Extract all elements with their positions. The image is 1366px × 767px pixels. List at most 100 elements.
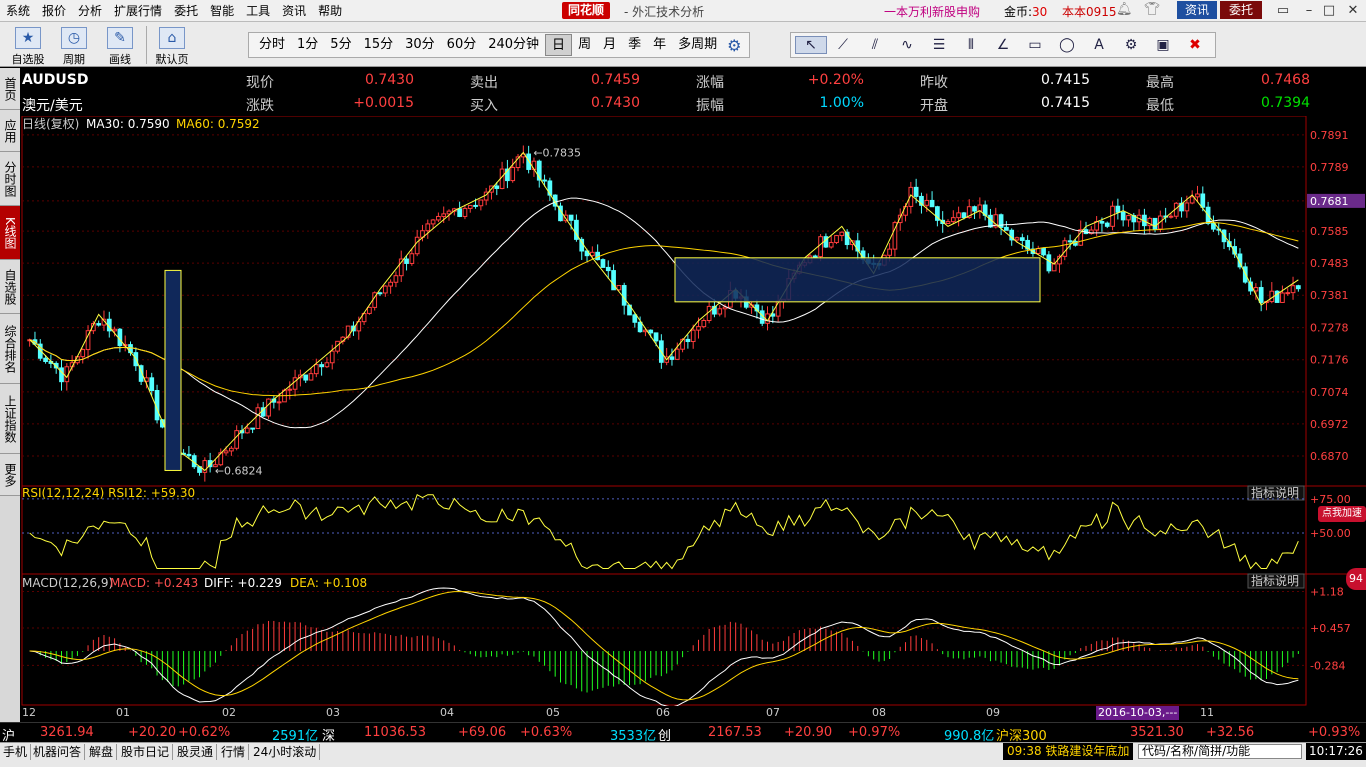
drawing-tools: ↖ ⟋ ⫽ ∿ ☰ ⦀ ∠ ▭ ◯ A ⚙ ▣ ✖ (790, 32, 1216, 58)
period-240m[interactable]: 240分钟 (482, 34, 545, 56)
trade-button[interactable]: 委托 (1220, 1, 1262, 19)
candle-body (441, 213, 447, 217)
drawn-rectangle (164, 269, 182, 471)
tab-mobile[interactable]: 手机 (0, 744, 32, 760)
channel-icon[interactable]: ⫽ (859, 37, 891, 53)
candle-body (1046, 254, 1052, 272)
x-axis-tick: 04 (440, 706, 454, 719)
minimize-icon[interactable]: – (1298, 2, 1320, 19)
maximize-icon[interactable]: □ (1318, 2, 1340, 19)
period-60m[interactable]: 60分 (441, 34, 483, 56)
angle-icon[interactable]: ∠ (987, 37, 1019, 53)
candle-body (329, 350, 335, 364)
nav-timeshare[interactable]: 分时图 (0, 152, 20, 206)
period-day[interactable]: 日 (545, 34, 573, 56)
watchlist-button[interactable]: ★ 自选股 (6, 24, 50, 66)
settings-icon[interactable]: ⚙ (1115, 37, 1147, 53)
menu-trade[interactable]: 委托 (168, 2, 204, 19)
candle-body (632, 314, 638, 323)
candle-body (621, 285, 627, 306)
tab-24h[interactable]: 24小时滚动 (250, 744, 321, 760)
candle-body (292, 377, 298, 390)
candle-body (1019, 237, 1025, 241)
cursor-icon[interactable]: ↖ (795, 36, 827, 54)
parallel-icon[interactable]: ⦀ (955, 37, 987, 53)
chart-area[interactable]: 日线(复权) MA30: 0.7590 MA60: 0.7592 RSI(12,12,… (20, 115, 1366, 708)
nav-shindex[interactable]: 上证指数 (0, 384, 20, 454)
period-5m[interactable]: 5分 (324, 34, 357, 56)
period-timeshare[interactable]: 分时 (253, 34, 291, 56)
nav-ranking[interactable]: 综合排名 (0, 314, 20, 384)
macd-explain-button: 指标说明 (1251, 573, 1299, 588)
menu-extended[interactable]: 扩展行情 (108, 2, 168, 19)
accelerate-badge[interactable]: 点我加速 (1318, 506, 1366, 522)
nav-home[interactable]: 首页 (0, 68, 20, 110)
search-input[interactable]: 代码/名称/简拼/功能 (1138, 744, 1302, 759)
line-icon[interactable]: ⟋ (827, 37, 859, 53)
period-15m[interactable]: 15分 (358, 34, 400, 56)
period-year[interactable]: 年 (647, 34, 672, 56)
quote-label: 开盘 (920, 98, 948, 114)
candle-body (414, 236, 420, 255)
macd-name-label: MACD(12,26,9) (22, 576, 113, 590)
gear-icon[interactable]: ⚙ (723, 36, 745, 55)
app-title: - 外汇技术分析 (624, 5, 705, 19)
candle-body (324, 362, 330, 368)
macd-tick-label: -0.284 (1310, 659, 1345, 672)
news-button[interactable]: 资讯 (1177, 1, 1217, 19)
menu-analysis[interactable]: 分析 (72, 2, 108, 19)
menu-smart[interactable]: 智能 (204, 2, 240, 19)
rect-icon[interactable]: ▭ (1019, 37, 1051, 53)
tab-diary[interactable]: 股市日记 (118, 744, 174, 760)
scrolling-news[interactable]: 09:38 铁路建设年底加 (1003, 743, 1133, 760)
candle-body (1295, 285, 1301, 290)
wave-icon[interactable]: ∿ (891, 37, 923, 53)
tab-robot-qa[interactable]: 机器问答 (30, 744, 86, 760)
period-quarter[interactable]: 季 (622, 34, 647, 56)
text-icon[interactable]: A (1083, 37, 1115, 53)
rsi-tick-label: +75.00 (1310, 493, 1351, 506)
nav-watchlist[interactable]: 自选股 (0, 260, 20, 314)
nav-more[interactable]: 更多 (0, 454, 20, 496)
news-link[interactable]: 一本万利新股申购 (884, 3, 980, 20)
quote-label: 现价 (246, 75, 274, 91)
period-30m[interactable]: 30分 (399, 34, 441, 56)
candle-body (1253, 287, 1259, 292)
menu-info[interactable]: 资讯 (276, 2, 312, 19)
candle-body (404, 258, 409, 264)
period-week[interactable]: 周 (572, 34, 597, 56)
sz-percent: +0.63% (520, 725, 573, 740)
mascot-badge[interactable]: 94 (1346, 568, 1366, 590)
kline-chart[interactable]: 日线(复权) MA30: 0.7590 MA60: 0.7592 RSI(12,12,… (20, 115, 1366, 708)
gold-coins: 金币:30 (1004, 5, 1048, 19)
close-icon[interactable]: ✕ (1342, 2, 1364, 19)
delete-icon[interactable]: ✖ (1179, 37, 1211, 53)
bell-icon[interactable]: 🔔︎ (1116, 2, 1133, 17)
period-1m[interactable]: 1分 (291, 34, 324, 56)
period-button[interactable]: ◷ 周期 (52, 24, 96, 66)
period-selector: 分时 1分 5分 15分 30分 60分 240分钟 日 周 月 季 年 多周期… (248, 32, 751, 58)
shirt-icon[interactable]: 👕︎ (1144, 2, 1161, 17)
period-month[interactable]: 月 (597, 34, 622, 56)
menu-quote[interactable]: 报价 (36, 2, 72, 19)
ellipse-icon[interactable]: ◯ (1051, 37, 1083, 53)
nav-kline[interactable]: K线图 (0, 206, 20, 260)
candle-body (377, 292, 383, 295)
period-multi[interactable]: 多周期 (672, 34, 723, 56)
tab-market[interactable]: 行情 (218, 744, 250, 760)
default-page-button[interactable]: ⌂ 默认页 (150, 24, 194, 66)
nav-apps[interactable]: 应用 (0, 110, 20, 152)
quote-label: 涨跌 (246, 98, 274, 114)
tab-guling[interactable]: 股灵通 (174, 744, 218, 760)
menu-help[interactable]: 帮助 (312, 2, 348, 19)
restore-icon[interactable]: ▭ (1272, 2, 1294, 19)
fib-icon[interactable]: ☰ (923, 37, 955, 53)
sh-change: +20.20 (128, 725, 177, 740)
tab-analysis[interactable]: 解盘 (86, 744, 118, 760)
draw-button[interactable]: ✎ 画线 (98, 24, 142, 66)
candle-body (1126, 215, 1131, 221)
candle-body (149, 377, 155, 392)
menu-tools[interactable]: 工具 (240, 2, 276, 19)
save-icon[interactable]: ▣ (1147, 37, 1179, 53)
menu-system[interactable]: 系统 (0, 2, 36, 19)
